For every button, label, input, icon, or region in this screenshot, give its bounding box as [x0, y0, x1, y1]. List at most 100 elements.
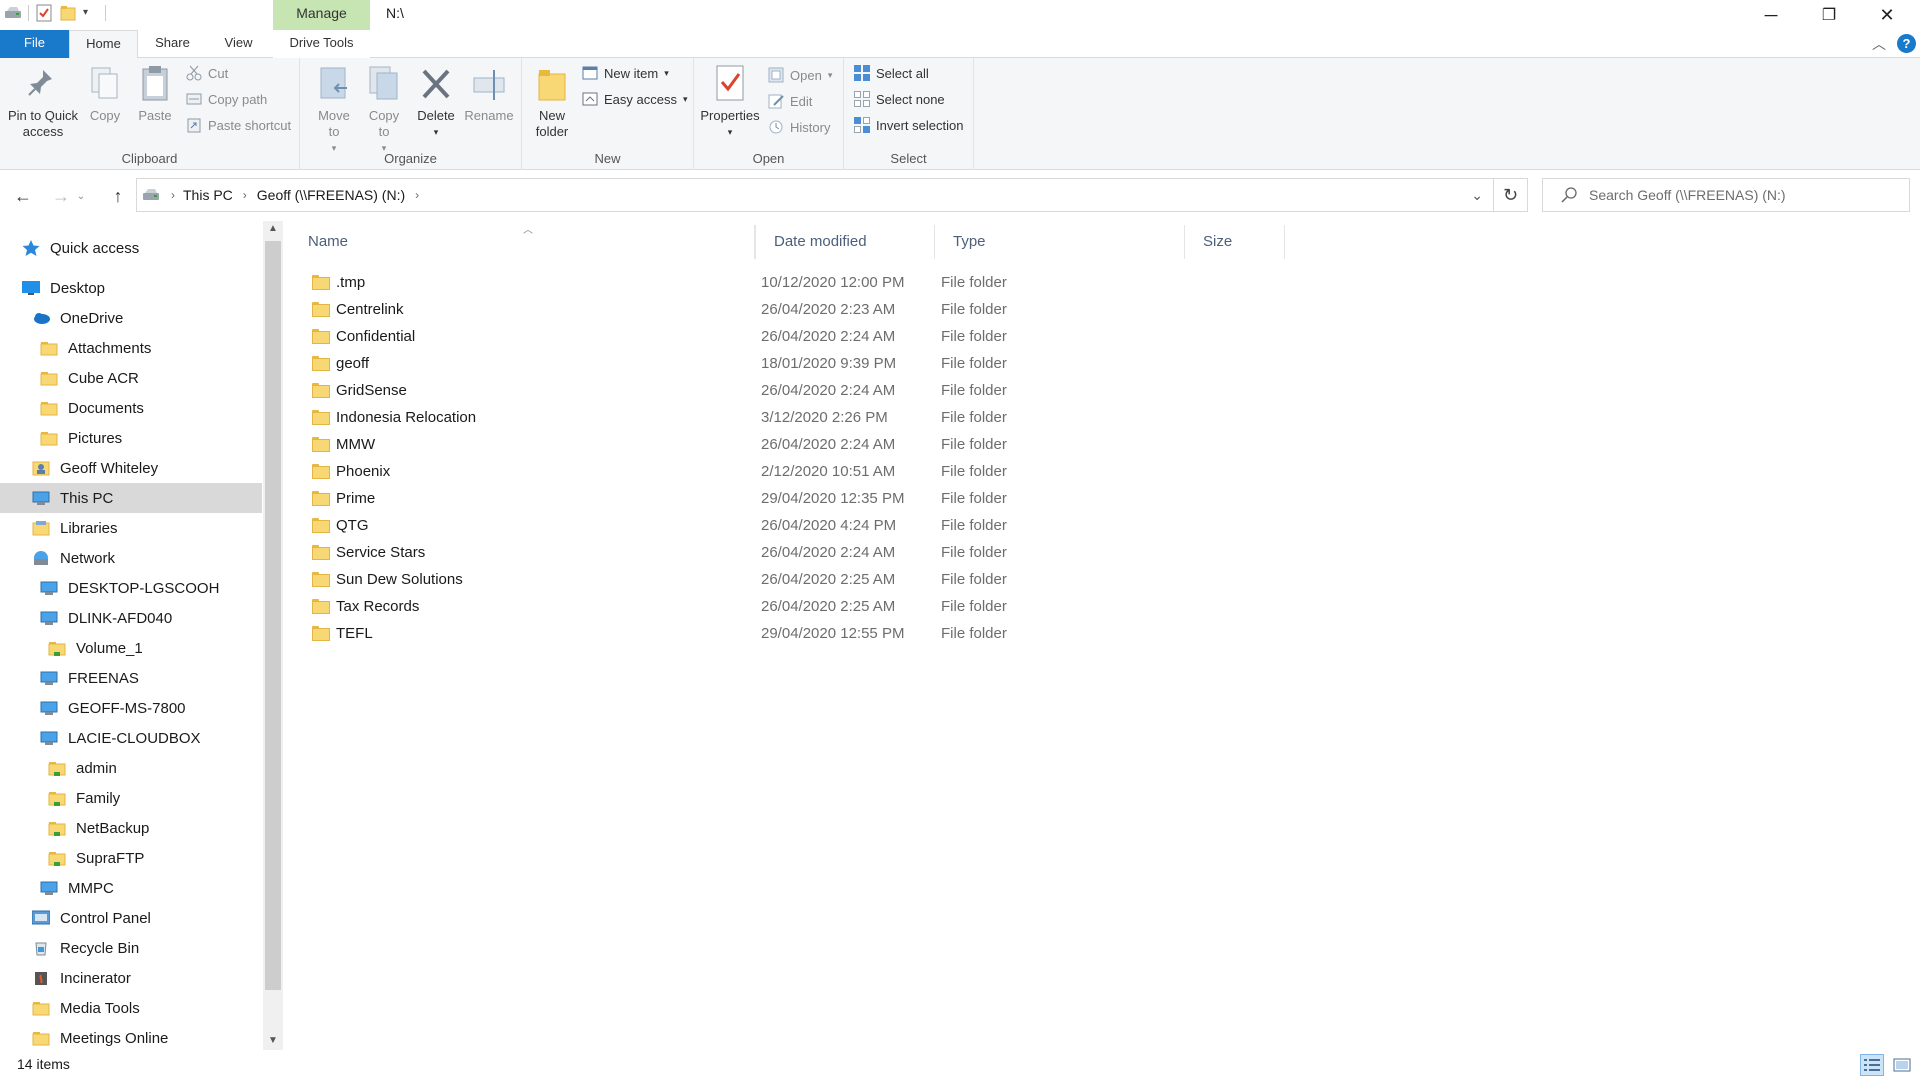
paste-shortcut-button[interactable]: Paste shortcut: [186, 114, 291, 136]
address-bar[interactable]: › This PC › Geoff (\\FREENAS) (N:) › ⌄: [136, 178, 1494, 212]
copy-to-button[interactable]: Copy to ▾: [362, 62, 406, 156]
back-arrow-icon[interactable]: ←: [9, 183, 37, 209]
nav-item-recycle-bin[interactable]: Recycle Bin: [0, 933, 262, 963]
address-history-chevron-icon[interactable]: ⌄: [1471, 187, 1483, 204]
move-to-button[interactable]: Move to ▾: [312, 62, 356, 156]
breadcrumb-geoff-drive[interactable]: Geoff (\\FREENAS) (N:): [257, 187, 405, 203]
rename-button[interactable]: Rename: [462, 62, 516, 124]
invert-selection-button[interactable]: Invert selection: [854, 114, 963, 136]
file-row[interactable]: Centrelink 26/04/2020 2:23 AM File folder: [312, 296, 1332, 323]
file-row[interactable]: TEFL 29/04/2020 12:55 PM File folder: [312, 620, 1332, 647]
file-row[interactable]: Phoenix 2/12/2020 10:51 AM File folder: [312, 458, 1332, 485]
nav-pane-scrollbar[interactable]: ▲ ▼: [263, 221, 283, 1050]
tab-view[interactable]: View: [207, 30, 270, 58]
open-button[interactable]: Open ▾: [768, 64, 832, 86]
nav-item-cube-acr[interactable]: Cube ACR: [0, 363, 262, 393]
nav-item-libraries[interactable]: Libraries: [0, 513, 262, 543]
column-header-date-modified[interactable]: Date modified: [755, 225, 935, 259]
select-all-button[interactable]: Select all: [854, 62, 929, 84]
computer-icon: [40, 610, 58, 626]
nav-item-control-panel[interactable]: Control Panel: [0, 903, 262, 933]
nav-item-mmpc[interactable]: MMPC: [0, 873, 262, 903]
file-row[interactable]: geoff 18/01/2020 9:39 PM File folder: [312, 350, 1332, 377]
scroll-up-arrow-icon[interactable]: ▲: [268, 223, 278, 234]
pin-to-quick-access-button[interactable]: Pin to Quick access: [4, 62, 82, 140]
new-folder-qat-icon[interactable]: [59, 4, 77, 22]
nav-item-quick-access[interactable]: Quick access: [0, 233, 262, 263]
file-row[interactable]: .tmp 10/12/2020 12:00 PM File folder: [312, 269, 1332, 296]
breadcrumb-this-pc[interactable]: This PC: [183, 187, 233, 203]
file-row[interactable]: Sun Dew Solutions 26/04/2020 2:25 AM File …: [312, 566, 1332, 593]
select-none-button[interactable]: Select none: [854, 88, 945, 110]
file-name: MMW: [336, 436, 376, 453]
copy-button[interactable]: Copy: [84, 62, 126, 124]
nav-pane-scroll-thumb[interactable]: [265, 241, 281, 990]
breadcrumb-separator-icon[interactable]: ›: [415, 188, 419, 202]
edit-button[interactable]: Edit: [768, 90, 812, 112]
nav-item-geoff-whiteley[interactable]: Geoff Whiteley: [0, 453, 262, 483]
large-icons-view-button[interactable]: [1890, 1054, 1914, 1076]
nav-item-attachments[interactable]: Attachments: [0, 333, 262, 363]
nav-item-volume-1[interactable]: Volume_1: [0, 633, 262, 663]
restore-button[interactable]: ❐: [1800, 0, 1858, 30]
search-box[interactable]: Search Geoff (\\FREENAS) (N:): [1542, 178, 1910, 212]
breadcrumb-separator-icon[interactable]: ›: [171, 188, 175, 202]
nav-item-desktop-lgscooh[interactable]: DESKTOP-LGSCOOH: [0, 573, 262, 603]
history-button[interactable]: History: [768, 116, 830, 138]
minimize-button[interactable]: ─: [1742, 0, 1800, 30]
nav-item-geoff-ms-7800[interactable]: GEOFF-MS-7800: [0, 693, 262, 723]
new-folder-button[interactable]: New folder: [528, 62, 576, 140]
nav-item-freenas[interactable]: FREENAS: [0, 663, 262, 693]
file-row[interactable]: Indonesia Relocation 3/12/2020 2:26 PM Fil…: [312, 404, 1332, 431]
paste-button[interactable]: Paste: [134, 62, 176, 124]
details-view-button[interactable]: [1860, 1054, 1884, 1076]
tab-home[interactable]: Home: [69, 30, 138, 59]
copy-path-button[interactable]: Copy path: [186, 88, 267, 110]
up-arrow-icon[interactable]: ↑: [104, 183, 132, 209]
nav-item-supraftp[interactable]: SupraFTP: [0, 843, 262, 873]
easy-access-button[interactable]: Easy access ▾: [582, 88, 688, 110]
close-button[interactable]: ✕: [1858, 0, 1916, 30]
file-row[interactable]: Prime 29/04/2020 12:35 PM File folder: [312, 485, 1332, 512]
nav-item-meetings-online[interactable]: Meetings Online: [0, 1023, 262, 1053]
refresh-button[interactable]: ↻: [1494, 178, 1528, 212]
nav-item-admin[interactable]: admin: [0, 753, 262, 783]
recent-locations-chevron-icon[interactable]: ⌄: [74, 183, 88, 209]
properties-button[interactable]: Properties ▾: [698, 62, 762, 140]
delete-button[interactable]: Delete ▾: [414, 62, 458, 140]
file-row[interactable]: Service Stars 26/04/2020 2:24 AM File fold…: [312, 539, 1332, 566]
new-item-button[interactable]: New item ▾: [582, 62, 669, 84]
nav-item-lacie-cloudbox[interactable]: LACIE-CLOUDBOX: [0, 723, 262, 753]
column-header-size[interactable]: Size: [1185, 225, 1285, 259]
customize-qat-icon[interactable]: ▾: [83, 4, 93, 22]
cut-button[interactable]: Cut: [186, 62, 228, 84]
nav-item-onedrive[interactable]: OneDrive: [0, 303, 262, 333]
column-header-name[interactable]: Name: [290, 225, 755, 259]
file-row[interactable]: Tax Records 26/04/2020 2:25 AM File folder: [312, 593, 1332, 620]
tab-share[interactable]: Share: [138, 30, 207, 58]
file-row[interactable]: Confidential 26/04/2020 2:24 AM File folde…: [312, 323, 1332, 350]
scroll-down-arrow-icon[interactable]: ▼: [268, 1035, 278, 1046]
nav-item-documents[interactable]: Documents: [0, 393, 262, 423]
properties-qat-icon[interactable]: [35, 4, 53, 22]
tab-file[interactable]: File: [0, 30, 69, 58]
breadcrumb-separator-icon[interactable]: ›: [243, 188, 247, 202]
file-row[interactable]: GridSense 26/04/2020 2:24 AM File folder: [312, 377, 1332, 404]
tab-drive-tools[interactable]: Drive Tools: [273, 30, 370, 58]
nav-item-netbackup[interactable]: NetBackup: [0, 813, 262, 843]
nav-item-dlink-afd040[interactable]: DLINK-AFD040: [0, 603, 262, 633]
nav-item-family[interactable]: Family: [0, 783, 262, 813]
manage-tab[interactable]: Manage: [273, 0, 370, 30]
nav-item-incinerator[interactable]: Incinerator: [0, 963, 262, 993]
help-icon[interactable]: ?: [1897, 34, 1916, 53]
column-header-type[interactable]: Type: [935, 225, 1185, 259]
collapse-ribbon-icon[interactable]: ︿: [1872, 34, 1886, 54]
nav-item-media-tools[interactable]: Media Tools: [0, 993, 262, 1023]
file-row[interactable]: MMW 26/04/2020 2:24 AM File folder: [312, 431, 1332, 458]
nav-item-this-pc[interactable]: This PC: [0, 483, 262, 513]
file-row[interactable]: QTG 26/04/2020 4:24 PM File folder: [312, 512, 1332, 539]
nav-item-pictures[interactable]: Pictures: [0, 423, 262, 453]
forward-arrow-icon[interactable]: →: [47, 183, 75, 209]
nav-item-desktop[interactable]: Desktop: [0, 273, 262, 303]
nav-item-network[interactable]: Network: [0, 543, 262, 573]
